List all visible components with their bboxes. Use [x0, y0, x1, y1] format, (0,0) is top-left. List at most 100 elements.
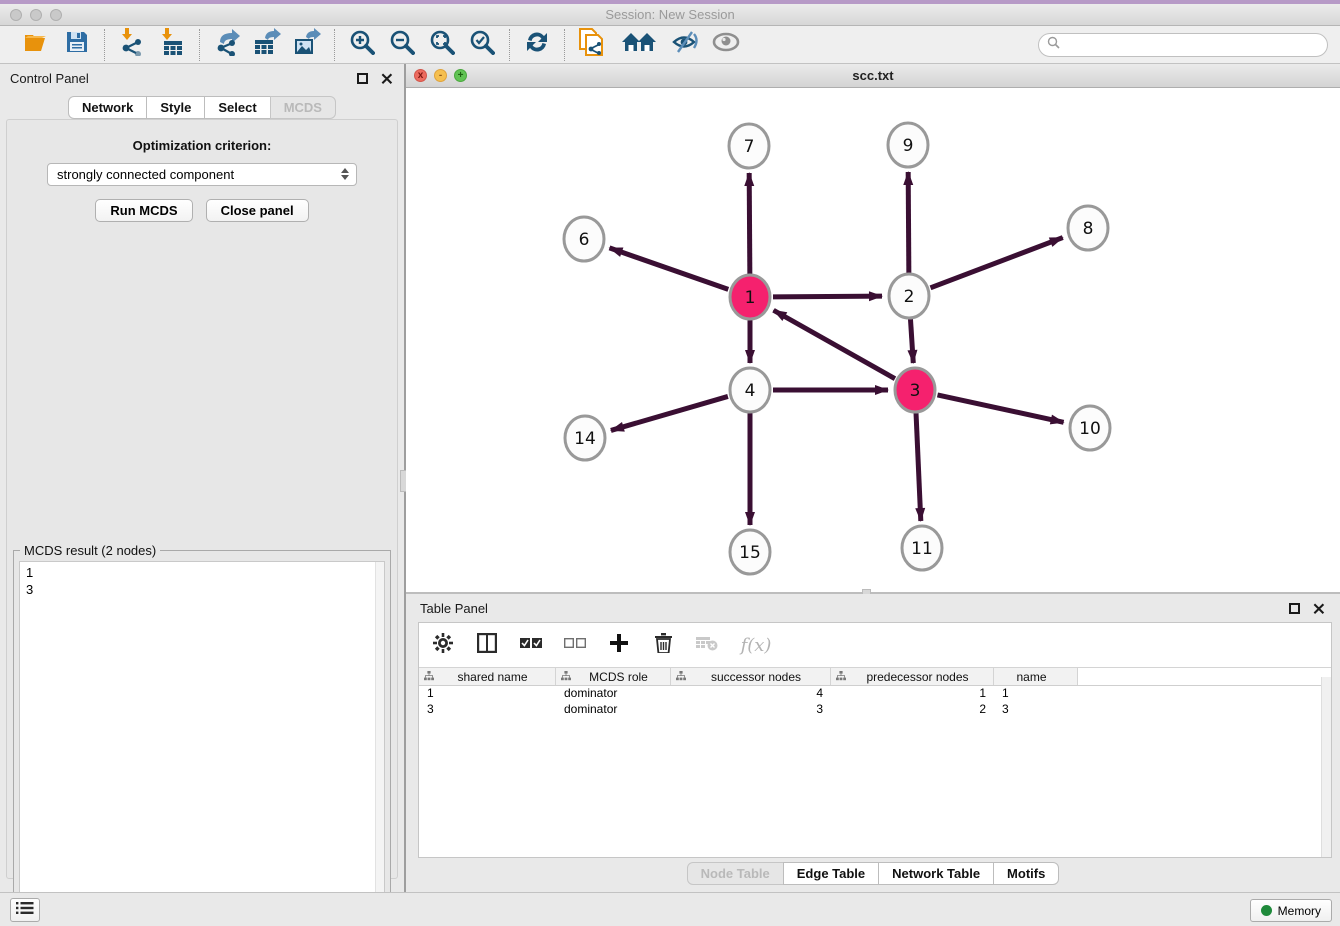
- run-mcds-button[interactable]: Run MCDS: [95, 199, 192, 222]
- table-cell[interactable]: 1: [831, 686, 994, 702]
- table-cell[interactable]: 3: [994, 702, 1078, 718]
- search-field[interactable]: [1038, 33, 1328, 57]
- float-panel-icon[interactable]: [357, 73, 368, 84]
- trash-icon: [655, 633, 672, 658]
- unselect-all-columns-button[interactable]: [563, 633, 587, 657]
- refresh-button[interactable]: [524, 32, 550, 58]
- close-panel-icon[interactable]: ⨯: [380, 73, 394, 84]
- window-titlebar: Session: New Session: [0, 0, 1340, 26]
- zoom-out-button[interactable]: [389, 32, 415, 58]
- tree-icon: [676, 670, 686, 684]
- task-history-button[interactable]: [10, 898, 40, 922]
- clone-network-button[interactable]: [579, 32, 605, 58]
- delete-table-icon: [696, 635, 718, 656]
- zoom-fit-button[interactable]: [429, 32, 455, 58]
- table-cell[interactable]: 1: [994, 686, 1078, 702]
- table-cell[interactable]: dominator: [556, 702, 671, 718]
- result-scrollbar[interactable]: [375, 562, 384, 920]
- node-label-3: 3: [910, 381, 921, 401]
- mcds-result-text[interactable]: 1 3: [19, 561, 385, 921]
- select-stepper-icon: [341, 168, 349, 180]
- network-window-title: scc.txt: [406, 68, 1340, 83]
- create-column-button[interactable]: [607, 633, 631, 657]
- table-cell[interactable]: 3: [419, 702, 556, 718]
- table-cell[interactable]: 4: [671, 686, 831, 702]
- save-session-button[interactable]: [64, 32, 90, 58]
- zoom-in-button[interactable]: [349, 32, 375, 58]
- edge-4-14[interactable]: [611, 396, 728, 430]
- export-image-button[interactable]: [294, 32, 320, 58]
- tab-node-table[interactable]: Node Table: [687, 862, 784, 885]
- zoom-selected-icon: [469, 29, 495, 60]
- table-body: 1dominator4113dominator323: [419, 686, 1331, 718]
- tab-select[interactable]: Select: [204, 96, 270, 119]
- table-row[interactable]: 3dominator323: [419, 702, 1331, 718]
- edge-2-9[interactable]: [908, 172, 909, 273]
- edge-2-8[interactable]: [931, 238, 1063, 288]
- zoom-selected-button[interactable]: [469, 32, 495, 58]
- close-panel-button[interactable]: Close panel: [206, 199, 309, 222]
- float-panel-icon[interactable]: [1289, 603, 1300, 614]
- table-settings-button[interactable]: [431, 633, 455, 657]
- function-builder-button[interactable]: f(x): [739, 633, 773, 657]
- close-panel-icon[interactable]: ⨯: [1312, 603, 1326, 614]
- network-canvas[interactable]: 1234678910111415: [406, 88, 1340, 592]
- tab-edge-table[interactable]: Edge Table: [783, 862, 879, 885]
- node-label-4: 4: [745, 381, 756, 401]
- open-folder-icon: [24, 31, 50, 58]
- edge-3-10[interactable]: [937, 395, 1063, 422]
- tree-icon: [561, 670, 571, 684]
- edge-3-11[interactable]: [916, 413, 921, 521]
- export-table-button[interactable]: [254, 32, 280, 58]
- table-cell[interactable]: 1: [419, 686, 556, 702]
- criterion-select[interactable]: strongly connected component: [47, 163, 357, 186]
- column-header-shared-name[interactable]: shared name: [419, 668, 556, 685]
- edge-1-2[interactable]: [773, 296, 882, 297]
- import-table-icon: [160, 28, 184, 61]
- birdseye-view-button[interactable]: [713, 32, 739, 58]
- column-header-name[interactable]: name: [994, 668, 1078, 685]
- edge-1-6[interactable]: [609, 248, 728, 290]
- select-all-columns-button[interactable]: [519, 633, 543, 657]
- table-cell[interactable]: dominator: [556, 686, 671, 702]
- column-header-MCDS-role[interactable]: MCDS role: [556, 668, 671, 685]
- control-panel-title: Control Panel: [10, 71, 89, 86]
- control-panel-header: Control Panel ⨯: [0, 64, 404, 92]
- open-session-button[interactable]: [24, 32, 50, 58]
- tab-mcds[interactable]: MCDS: [270, 96, 336, 119]
- edge-1-7[interactable]: [749, 173, 750, 274]
- window-title: Session: New Session: [0, 7, 1340, 22]
- table-cell[interactable]: 3: [671, 702, 831, 718]
- delete-table-button[interactable]: [695, 633, 719, 657]
- tab-style[interactable]: Style: [146, 96, 205, 119]
- edge-2-3[interactable]: [910, 319, 913, 363]
- export-network-button[interactable]: [214, 32, 240, 58]
- delete-column-button[interactable]: [651, 633, 675, 657]
- search-icon: [1047, 36, 1060, 54]
- checked-boxes-icon: [520, 636, 542, 654]
- tab-motifs[interactable]: Motifs: [993, 862, 1059, 885]
- table-panel-title: Table Panel: [420, 601, 488, 616]
- tab-network-table[interactable]: Network Table: [878, 862, 994, 885]
- edge-3-1[interactable]: [774, 310, 895, 378]
- manage-networks-button[interactable]: [619, 32, 659, 58]
- tree-icon: [836, 670, 846, 684]
- toggle-graphics-details-button[interactable]: [673, 32, 699, 58]
- table-cell[interactable]: 2: [831, 702, 994, 718]
- network-graph[interactable]: 1234678910111415: [406, 88, 1340, 592]
- table-scrollbar[interactable]: [1321, 677, 1331, 857]
- show-columns-button[interactable]: [475, 633, 499, 657]
- node-label-14: 14: [574, 429, 596, 449]
- column-header-predecessor-nodes[interactable]: predecessor nodes: [831, 668, 994, 685]
- column-label: shared name: [438, 670, 555, 684]
- table-row[interactable]: 1dominator411: [419, 686, 1331, 702]
- column-header-successor-nodes[interactable]: successor nodes: [671, 668, 831, 685]
- network-window-titlebar[interactable]: x - + scc.txt: [406, 64, 1340, 88]
- zoom-fit-icon: [429, 29, 455, 60]
- memory-button[interactable]: Memory: [1250, 899, 1332, 922]
- import-network-button[interactable]: [119, 32, 145, 58]
- search-input[interactable]: [1060, 38, 1327, 52]
- import-table-button[interactable]: [159, 32, 185, 58]
- tab-network[interactable]: Network: [68, 96, 147, 119]
- node-label-1: 1: [745, 288, 756, 308]
